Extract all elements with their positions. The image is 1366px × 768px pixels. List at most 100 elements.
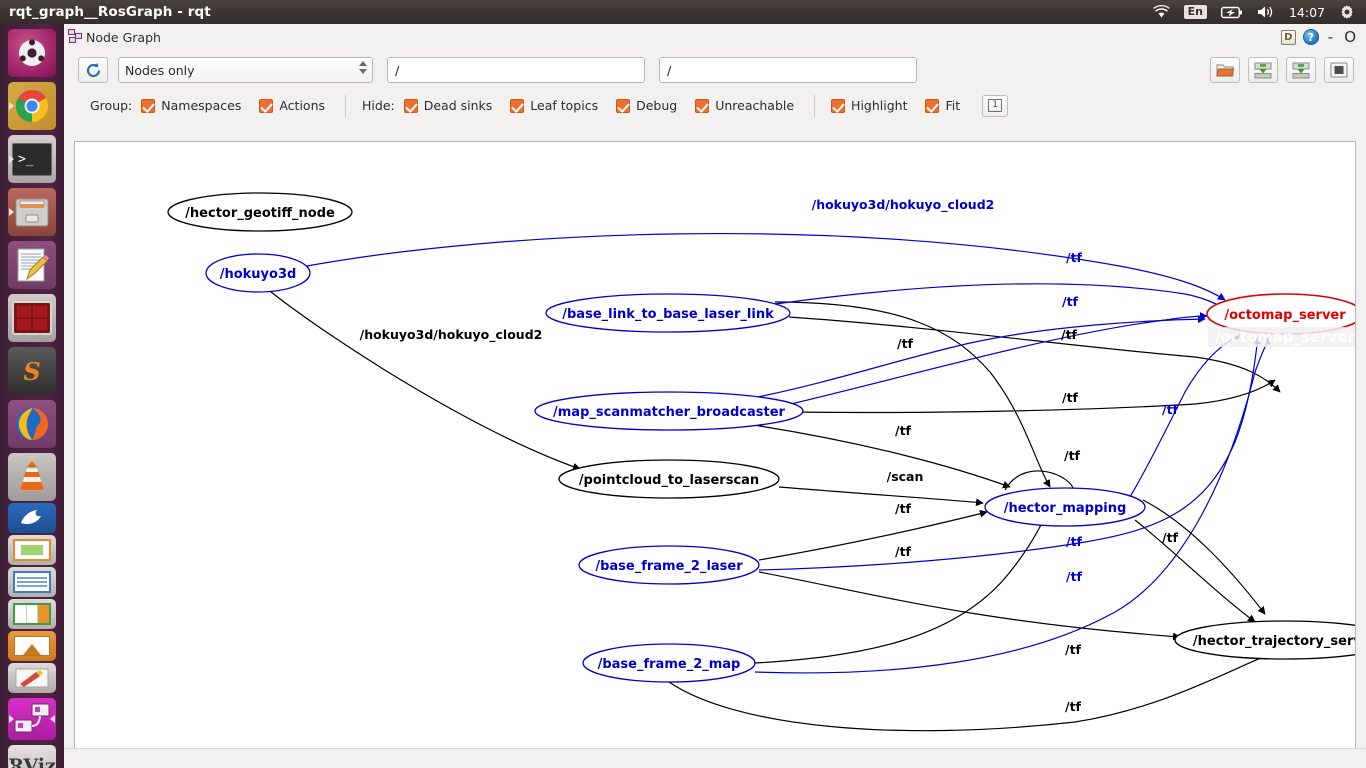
checkbox-fit[interactable]: Fit [925, 98, 960, 113]
detach-button[interactable]: D [1280, 29, 1296, 45]
ros-graph-canvas[interactable]: /hector_geotiff_node /hokuyo3d /base_lin… [74, 141, 1356, 750]
launcher-item-terminal[interactable]: >_ [8, 135, 56, 183]
launcher-item-sublime-text[interactable]: S [8, 347, 56, 395]
minimize-button[interactable]: - [1326, 28, 1335, 46]
checkbox-dead-sinks[interactable]: Dead sinks [403, 98, 493, 113]
help-button[interactable]: ? [1302, 29, 1319, 45]
edge-label: /tf [1064, 448, 1081, 463]
checkbox-namespaces-label: Namespaces [161, 98, 242, 113]
checkbox-leaf-topics-label: Leaf topics [530, 98, 599, 113]
graph-toolbar: Nodes only / / [64, 51, 1366, 89]
launcher-item-rviz[interactable]: RViz [8, 745, 56, 768]
unity-launcher: >_ S RViz [0, 24, 64, 768]
graph-node-label: /base_frame_2_map [598, 657, 741, 672]
load-dot-button[interactable] [1210, 57, 1240, 83]
graph-node-label: /base_link_to_base_laser_link [562, 307, 774, 322]
launcher-item-firefox[interactable] [8, 400, 56, 448]
graph-node-base-frame-2-map[interactable]: /base_frame_2_map [582, 643, 756, 683]
fit-view-icon [1330, 62, 1348, 78]
launcher-item-libreoffice-writer[interactable] [8, 567, 56, 597]
combobox-spinner[interactable] [359, 61, 367, 74]
node-filter-value: / [667, 62, 672, 78]
counter-value: 1 [988, 99, 1002, 112]
launcher-item-libreoffice-impress[interactable] [8, 535, 56, 565]
launcher-item-rqt-graph[interactable] [8, 698, 56, 740]
checkbox-icon [141, 98, 156, 113]
edge-label: /tf [1162, 530, 1179, 545]
chevron-down-icon [359, 69, 367, 74]
refresh-icon [86, 62, 100, 77]
dock-window-controls: D ? - O [1280, 28, 1358, 46]
checkbox-dead-sinks-label: Dead sinks [423, 98, 493, 113]
checkbox-unreachable[interactable]: Unreachable [695, 98, 794, 113]
graph-filter-bar: Group: Namespaces Actions Hide: Dead sin… [64, 89, 1366, 122]
save-dot-icon [1254, 62, 1272, 78]
graph-node-pointcloud-to-laserscan[interactable]: /pointcloud_to_laserscan [558, 459, 780, 499]
launcher-item-libreoffice-calc[interactable] [8, 599, 56, 629]
launcher-item-google-chrome[interactable] [8, 82, 56, 130]
graph-edge-labels: /hokuyo3d/hokuyo_cloud2 /hokuyo3d/hokuyo… [360, 197, 1179, 714]
node-filter-input[interactable]: / [659, 57, 917, 83]
separator [814, 94, 816, 117]
edge-label: /tf [1162, 402, 1179, 417]
checkbox-debug[interactable]: Debug [616, 98, 677, 113]
edge-label: /tf [1062, 294, 1079, 309]
launcher-item-text-editor[interactable] [8, 241, 56, 289]
volume-icon[interactable] [1250, 0, 1282, 24]
edge-label: /tf [1066, 250, 1083, 265]
toolbar-right-buttons [1210, 57, 1354, 83]
graph-node-base-frame-2-laser[interactable]: /base_frame_2_laser [578, 545, 760, 585]
launcher-item-libreoffice-draw[interactable] [8, 631, 56, 661]
rqt-graph-window: Node Graph D ? - O Nodes only / / Group:… [64, 24, 1366, 768]
wifi-icon[interactable] [1146, 0, 1177, 24]
graph-tooltip-ghost: /octomap_server [1208, 327, 1355, 347]
checkbox-leaf-topics[interactable]: Leaf topics [510, 98, 598, 113]
checkbox-actions-label: Actions [279, 98, 326, 113]
topic-filter-value: / [395, 62, 400, 78]
graph-node-label: /base_frame_2_laser [595, 559, 743, 574]
launcher-item-gimp[interactable] [8, 663, 56, 693]
edge-label: /hokuyo3d/hokuyo_cloud2 [360, 327, 543, 343]
gear-icon[interactable] [1332, 0, 1362, 24]
checkbox-icon [510, 98, 525, 113]
close-button[interactable]: O [1342, 28, 1358, 46]
clock[interactable]: 14:07 [1282, 0, 1332, 24]
graph-node-label: /hector_geotiff_node [185, 206, 335, 221]
graph-node-label: /hector_trajectory_server [1193, 634, 1355, 649]
fit-in-view-button[interactable] [1324, 57, 1354, 83]
edge-label: /tf [1065, 699, 1082, 714]
keyboard-layout-indicator[interactable]: En [1177, 0, 1214, 24]
checkbox-actions[interactable]: Actions [259, 98, 325, 113]
graph-node-label: /hector_mapping [1004, 501, 1127, 516]
group-label: Group: [90, 98, 133, 113]
save-dot-button[interactable] [1248, 57, 1278, 83]
checkbox-namespaces[interactable]: Namespaces [141, 98, 241, 113]
save-image-icon [1292, 62, 1310, 78]
edge-label: /tf [1061, 327, 1078, 342]
launcher-item-thunderbird[interactable] [8, 503, 56, 533]
topic-filter-input[interactable]: / [387, 57, 645, 83]
hide-label: Hide: [362, 98, 395, 113]
graph-node-base-link-to-base-laser-link[interactable]: /base_link_to_base_laser_link [545, 293, 791, 333]
graph-nodes[interactable]: /hector_geotiff_node /hokuyo3d /base_lin… [167, 192, 1355, 683]
graph-node-hector-geotiff-node[interactable]: /hector_geotiff_node [167, 192, 353, 232]
launcher-item-vmware[interactable] [8, 294, 56, 342]
graph-tooltip-label: /octomap_server [1215, 328, 1355, 346]
checkbox-highlight[interactable]: Highlight [831, 98, 907, 113]
graph-node-hokuyo3d[interactable]: /hokuyo3d [205, 253, 311, 293]
graph-node-hector-mapping[interactable]: /hector_mapping [984, 487, 1146, 527]
graph-svg[interactable]: /hector_geotiff_node /hokuyo3d /base_lin… [75, 142, 1355, 749]
graph-node-hector-trajectory-server[interactable]: /hector_trajectory_server [1174, 620, 1355, 660]
window-title: rqt_graph__RosGraph - rqt [9, 4, 211, 20]
launcher-item-vlc[interactable] [8, 453, 56, 501]
battery-charging-icon[interactable] [1214, 0, 1250, 24]
desktop-top-panel: rqt_graph__RosGraph - rqt En 14:07 [0, 0, 1366, 24]
launcher-item-ubuntu-dash[interactable] [8, 29, 56, 77]
graph-type-combobox[interactable]: Nodes only [118, 57, 373, 83]
graph-node-map-scanmatcher-broadcaster[interactable]: /map_scanmatcher_broadcaster [534, 391, 804, 431]
chevron-up-icon [359, 61, 367, 66]
refresh-button[interactable] [78, 57, 108, 83]
save-image-button[interactable] [1286, 57, 1316, 83]
launcher-item-files[interactable] [8, 188, 56, 236]
counter-button[interactable]: 1 [982, 94, 1009, 117]
